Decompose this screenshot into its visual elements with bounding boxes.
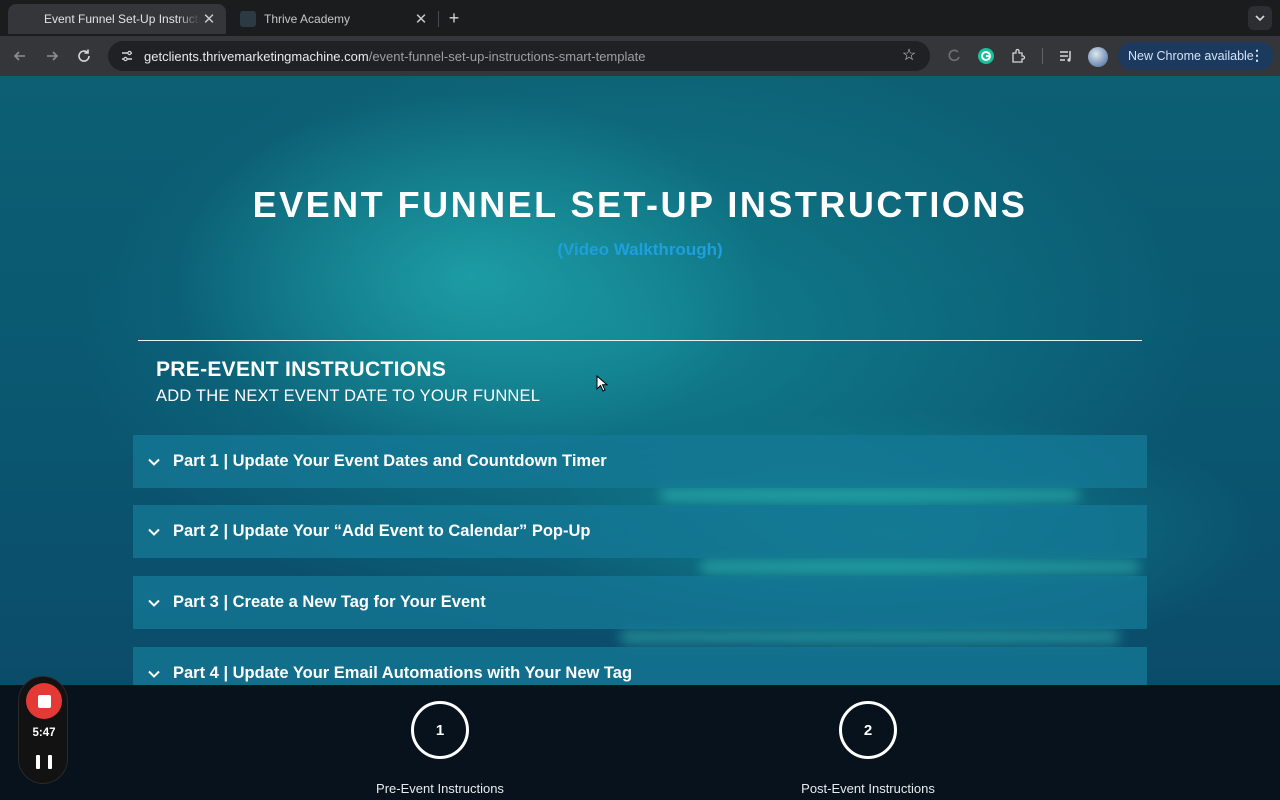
tab-favicon: [20, 11, 36, 27]
accordion-item-part-3[interactable]: Part 3 | Create a New Tag for Your Event: [133, 576, 1147, 629]
bookmark-star-icon[interactable]: ☆: [900, 47, 918, 65]
tab-title: Event Funnel Set-Up Instructions | Thriv…: [44, 12, 200, 26]
accordion-label: Part 3 | Create a New Tag for Your Event: [173, 593, 486, 611]
accordion-label: Part 2 | Update Your “Add Event to Calen…: [173, 522, 591, 540]
site-info-icon[interactable]: [116, 45, 138, 67]
url-path: /event-funnel-set-up-instructions-smart-…: [368, 48, 646, 64]
section-divider: [138, 340, 1142, 341]
video-walkthrough-link[interactable]: (Video Walkthrough): [0, 240, 1280, 260]
section-subtitle: ADD THE NEXT EVENT DATE TO YOUR FUNNEL: [156, 387, 541, 405]
background-light-streak: [660, 488, 1080, 502]
new-tab-button[interactable]: +: [444, 8, 464, 28]
step-caption: Pre-Event Instructions: [376, 781, 504, 796]
step-number[interactable]: 2: [839, 701, 897, 759]
forward-icon[interactable]: [40, 44, 64, 68]
pause-recording-button[interactable]: [36, 755, 52, 769]
url-text[interactable]: getclients.thrivemarketingmachine.com/ev…: [144, 49, 645, 64]
page-title: EVENT FUNNEL SET-UP INSTRUCTIONS: [252, 184, 1028, 225]
profile-avatar[interactable]: [1088, 47, 1108, 67]
recording-timer: 5:47: [32, 727, 56, 739]
close-tab-icon[interactable]: ✕: [412, 10, 430, 28]
step-post-event[interactable]: 2 Post-Event Instructions: [778, 701, 958, 796]
stop-recording-button[interactable]: [26, 683, 62, 719]
screen-recorder-widget: 5:47: [18, 676, 68, 784]
step-pre-event[interactable]: 1 Pre-Event Instructions: [350, 701, 530, 796]
tab-strip: Event Funnel Set-Up Instructions | Thriv…: [0, 0, 1280, 36]
background-light-streak: [620, 630, 1120, 644]
accordion-label: Part 1 | Update Your Event Dates and Cou…: [173, 452, 607, 470]
step-caption: Post-Event Instructions: [801, 781, 935, 796]
chevron-down-icon: [147, 455, 161, 469]
toolbar-divider: [1042, 48, 1043, 64]
close-tab-icon[interactable]: ✕: [200, 10, 218, 28]
menu-dots-icon[interactable]: ⋮: [1250, 47, 1264, 64]
accordion-item-part-2[interactable]: Part 2 | Update Your “Add Event to Calen…: [133, 505, 1147, 558]
tab-thrive-academy[interactable]: Thrive Academy ✕: [228, 4, 438, 34]
section-title: PRE-EVENT INSTRUCTIONS: [156, 358, 447, 381]
stop-icon: [37, 694, 51, 708]
page-content: EVENT FUNNEL SET-UP INSTRUCTIONS (Video …: [0, 76, 1280, 685]
new-chrome-available-button[interactable]: New Chrome available ⋮: [1118, 42, 1274, 70]
accordion-item-part-1[interactable]: Part 1 | Update Your Event Dates and Cou…: [133, 435, 1147, 488]
step-navigation-bar: 1 Pre-Event Instructions 2 Post-Event In…: [0, 685, 1280, 800]
address-bar[interactable]: getclients.thrivemarketingmachine.com/ev…: [108, 41, 930, 71]
update-chip-label: New Chrome available: [1128, 49, 1254, 63]
back-icon[interactable]: [8, 44, 32, 68]
chevron-down-icon: [147, 525, 161, 539]
accordion-label: Part 4 | Update Your Email Automations w…: [173, 664, 633, 682]
reload-icon[interactable]: [72, 44, 96, 68]
grammarly-icon[interactable]: [976, 46, 996, 66]
mouse-cursor-icon: [596, 375, 608, 392]
tab-title: Thrive Academy: [264, 12, 351, 26]
chevron-down-icon: [147, 667, 161, 681]
browser-toolbar: getclients.thrivemarketingmachine.com/ev…: [0, 36, 1280, 76]
accordion-item-part-4[interactable]: Part 4 | Update Your Email Automations w…: [133, 647, 1147, 685]
loading-extension-icon[interactable]: [944, 46, 964, 66]
tab-search-icon[interactable]: [1248, 6, 1272, 30]
extensions-icon[interactable]: [1008, 46, 1028, 66]
chevron-down-icon: [147, 596, 161, 610]
tab-divider: [438, 11, 439, 27]
media-queue-icon[interactable]: [1056, 46, 1076, 66]
tab-favicon: [240, 11, 256, 27]
tab-event-funnel[interactable]: Event Funnel Set-Up Instructions | Thriv…: [8, 4, 226, 34]
step-number[interactable]: 1: [411, 701, 469, 759]
url-host: getclients.thrivemarketingmachine.com: [144, 48, 369, 64]
background-light-streak: [700, 560, 1140, 574]
